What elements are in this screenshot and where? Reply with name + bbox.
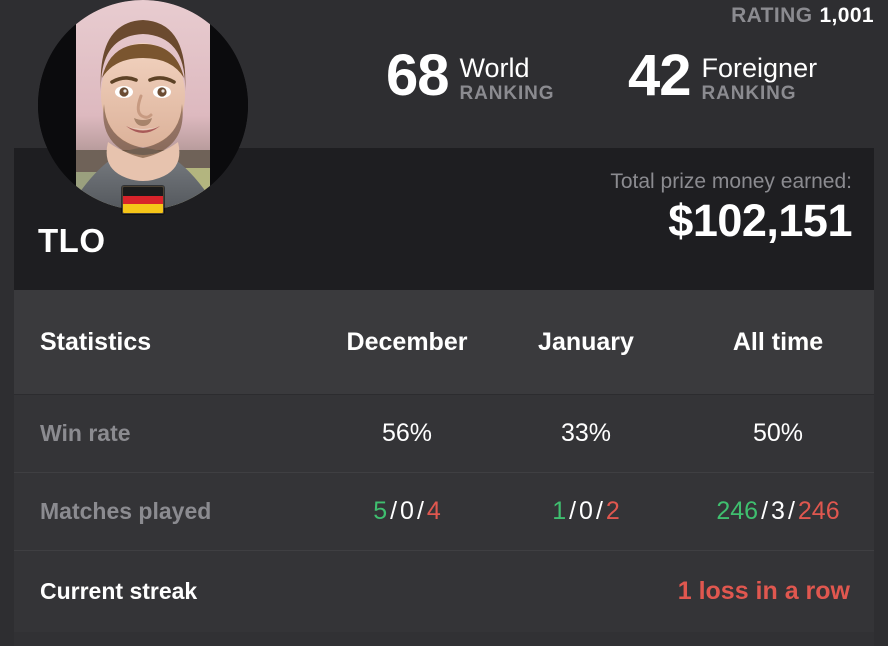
separator-5: / [761,497,769,525]
separator-4: / [595,497,603,525]
wins-december: 5 [373,497,388,525]
matches-played-december: 5/0/4 [373,497,441,526]
separator-6: / [787,497,795,525]
world-ranking-group: 68 World RANKING [386,43,555,108]
table-row-win-rate: Win rate 56% 33% 50% [14,394,874,472]
draws-all-time: 3 [771,497,785,525]
prize-money-value: $102,151 [668,195,852,246]
foreigner-ranking-number: 42 [628,43,692,108]
column-header-january: January [538,327,634,356]
draws-december: 0 [400,497,414,525]
foreigner-ranking-scope: Foreigner [701,53,818,83]
avatar[interactable] [38,0,248,210]
foreigner-ranking-group: 42 Foreigner RANKING [628,43,818,108]
separator-1: / [390,497,398,525]
flag-stripe-black [123,187,163,196]
rating-value: 1,001 [819,4,874,27]
losses-january: 2 [605,497,620,525]
row-label-current-streak: Current streak [40,578,198,604]
prize-money-block: Total prize money earned: $102,151 [610,170,852,246]
profile-panel: TLO Total prize money earned: $102,151 [14,0,874,290]
world-ranking-scope: World [459,53,530,83]
draws-january: 0 [579,497,593,525]
flag-stripe-red [123,195,163,205]
row-label-matches-played: Matches played [40,498,212,524]
row-label-win-rate: Win rate [40,420,131,446]
column-header-december: December [346,327,468,356]
avatar-container[interactable] [38,0,248,214]
world-ranking-text: World RANKING [460,50,555,104]
win-rate-january: 33% [560,419,612,447]
player-name: TLO [38,222,106,259]
rating-label: RATING [731,4,813,27]
statistics-title: Statistics [40,327,152,356]
column-header-all-time: All time [732,327,824,356]
statistics-panel: Statistics December January All time Win… [14,290,874,632]
rating-display: RATING 1,001 [731,4,874,28]
world-ranking-number: 68 [386,43,450,108]
foreigner-ranking-text: Foreigner RANKING [702,50,818,104]
current-streak-value: 1 loss in a row [677,577,850,605]
wins-january: 1 [552,497,567,525]
panel-bottom-edge [14,632,874,646]
matches-played-january: 1/0/2 [552,497,620,526]
losses-december: 4 [426,497,441,525]
statistics-header-row: Statistics December January All time [14,290,874,394]
flag-stripe-gold [123,204,163,213]
world-ranking-word: RANKING [459,82,555,104]
player-profile-card: RATING 1,001 68 World RANKING 42 Foreigne… [0,0,888,646]
win-rate-all-time: 50% [752,419,804,447]
prize-money-label: Total prize money earned: [610,170,852,193]
table-row-current-streak: Current streak 1 loss in a row [14,550,874,632]
matches-played-all-time: 246/3/246 [716,497,839,526]
losses-all-time: 246 [797,497,840,525]
separator-2: / [416,497,424,525]
win-rate-december: 56% [381,419,433,447]
foreigner-ranking-word: RANKING [701,82,797,104]
germany-flag-icon [122,186,164,214]
table-row-matches-played: Matches played 5/0/4 1/0/2 246/3/246 [14,472,874,550]
wins-all-time: 246 [716,497,759,525]
separator-3: / [569,497,577,525]
